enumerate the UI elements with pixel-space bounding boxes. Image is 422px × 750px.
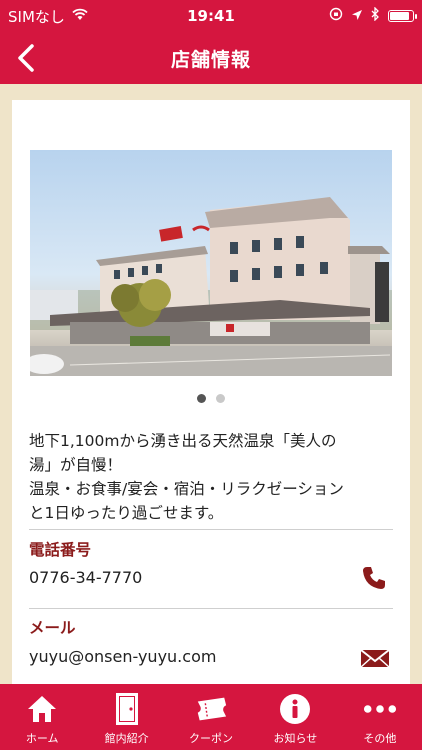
bluetooth-icon [371, 6, 380, 25]
mail-icon[interactable] [360, 644, 390, 672]
chevron-left-icon [18, 44, 34, 72]
store-photo[interactable] [30, 150, 392, 376]
carrier-label: SIMなし [8, 7, 65, 26]
email-label: メール [29, 619, 76, 637]
wifi-icon [71, 7, 89, 25]
phone-number[interactable]: 0776-34-7770 [29, 568, 142, 587]
building-illustration [30, 197, 392, 376]
tab-facility[interactable]: 館内紹介 [84, 684, 168, 750]
tab-news[interactable]: お知らせ [253, 684, 337, 750]
carousel-dot[interactable] [216, 394, 225, 403]
orientation-lock-icon [329, 7, 343, 25]
tab-label: クーポン [189, 732, 234, 745]
store-info-card: 地下1,100mから湧き出る天然温泉「美人の 湯」が自慢！ 温泉・お食事/宴会・… [12, 100, 410, 684]
status-left: SIMなし [8, 6, 89, 27]
location-icon [351, 7, 363, 25]
info-icon [278, 692, 312, 726]
status-right [329, 6, 417, 25]
tab-coupon[interactable]: クーポン [169, 684, 253, 750]
tab-label: お知らせ [273, 732, 318, 745]
navigation-bar: 店舗情報 [0, 32, 422, 84]
carousel-dot-active[interactable] [197, 394, 206, 403]
store-description: 地下1,100mから湧き出る天然温泉「美人の 湯」が自慢！ 温泉・お食事/宴会・… [29, 432, 344, 522]
carousel-indicator[interactable] [12, 394, 410, 403]
tab-home[interactable]: ホーム [0, 684, 84, 750]
tab-label: ホーム [25, 732, 59, 745]
back-button[interactable] [8, 40, 44, 76]
ticket-icon [194, 692, 228, 726]
tab-bar: ホーム 館内紹介 クーポン お知らせ その他 [0, 684, 422, 750]
home-icon [25, 692, 59, 726]
tab-more[interactable]: その他 [338, 684, 422, 750]
tab-label: 館内紹介 [104, 732, 149, 745]
status-bar: SIMなし 19:41 [0, 0, 422, 32]
tab-label: その他 [363, 732, 397, 745]
battery-icon [388, 10, 417, 22]
door-icon [110, 692, 144, 726]
phone-icon[interactable] [360, 564, 388, 592]
phone-label: 電話番号 [29, 541, 92, 559]
email-address[interactable]: yuyu@onsen-yuyu.com [29, 647, 216, 666]
divider [29, 529, 393, 530]
more-icon [363, 692, 397, 726]
page-title: 店舗情報 [170, 48, 251, 71]
divider [29, 608, 393, 609]
